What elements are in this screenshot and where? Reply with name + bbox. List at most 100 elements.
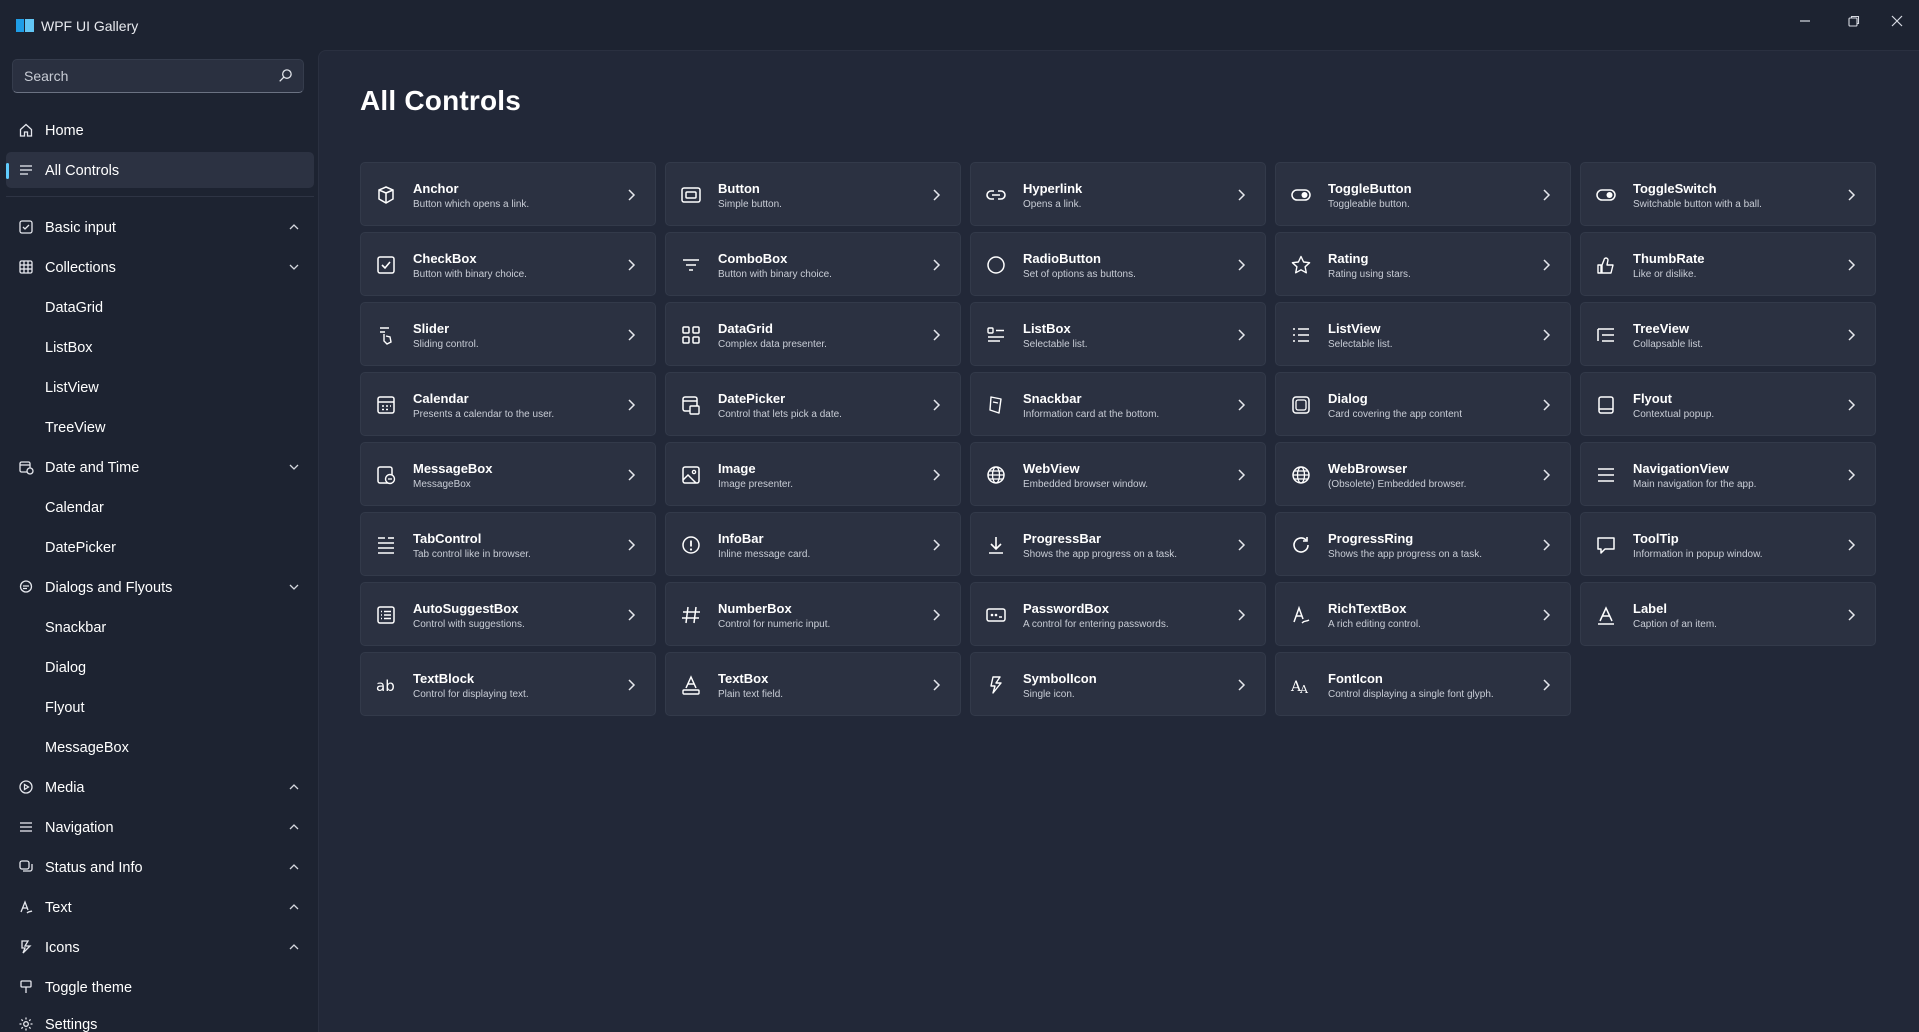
control-card-webbrowser[interactable]: WebBrowser (Obsolete) Embedded browser.: [1275, 442, 1571, 506]
nav-item-text[interactable]: Text: [6, 889, 314, 925]
control-card-tabcontrol[interactable]: TabControl Tab control like in browser.: [360, 512, 656, 576]
nav-item-dialog[interactable]: Dialog: [6, 649, 314, 685]
control-card-progressring[interactable]: ProgressRing Shows the app progress on a …: [1275, 512, 1571, 576]
control-card-button[interactable]: Button Simple button.: [665, 162, 961, 226]
search-box[interactable]: [12, 59, 304, 93]
nav-item-icons[interactable]: Icons: [6, 929, 314, 965]
control-card-toggleswitch[interactable]: ToggleSwitch Switchable button with a bal…: [1580, 162, 1876, 226]
nav-item-settings[interactable]: Settings: [6, 1006, 314, 1032]
control-card-dialog[interactable]: Dialog Card covering the app content: [1275, 372, 1571, 436]
card-title: NavigationView: [1633, 461, 1729, 476]
nav-item-navigation[interactable]: Navigation: [6, 809, 314, 845]
nav-item-dialogs-and-flyouts[interactable]: Dialogs and Flyouts: [6, 569, 314, 605]
card-description: Plain text field.: [718, 689, 784, 700]
control-card-progressbar[interactable]: ProgressBar Shows the app progress on a t…: [970, 512, 1266, 576]
card-title: SymbolIcon: [1023, 671, 1097, 686]
restore-button[interactable]: [1832, 6, 1876, 36]
chevron-right-icon: [1238, 399, 1246, 411]
nav-item-messagebox[interactable]: MessageBox: [6, 729, 314, 765]
chevron-right-icon: [1543, 539, 1551, 551]
nav-item-all-controls[interactable]: All Controls: [6, 152, 314, 188]
nav-label-home: Home: [45, 123, 84, 139]
nav-item-basic-input[interactable]: Basic input: [6, 209, 314, 245]
nav-label-listbox: ListBox: [45, 340, 93, 356]
control-card-richtextbox[interactable]: RichTextBox A rich editing control.: [1275, 582, 1571, 646]
control-card-textblock[interactable]: ab TextBlock Control for displaying text.: [360, 652, 656, 716]
control-card-webview[interactable]: WebView Embedded browser window.: [970, 442, 1266, 506]
control-card-image[interactable]: Image Image presenter.: [665, 442, 961, 506]
control-card-radiobutton[interactable]: RadioButton Set of options as buttons.: [970, 232, 1266, 296]
close-button[interactable]: [1875, 6, 1919, 36]
control-card-listbox[interactable]: ListBox Selectable list.: [970, 302, 1266, 366]
card-title: RichTextBox: [1328, 601, 1407, 616]
control-card-tooltip[interactable]: ToolTip Information in popup window.: [1580, 512, 1876, 576]
control-card-anchor[interactable]: Anchor Button which opens a link.: [360, 162, 656, 226]
control-card-datepicker[interactable]: DatePicker Control that lets pick a date.: [665, 372, 961, 436]
search-icon[interactable]: [278, 68, 293, 83]
control-card-infobar[interactable]: InfoBar Inline message card.: [665, 512, 961, 576]
chevron-right-icon: [933, 539, 941, 551]
card-title: Slider: [413, 321, 450, 336]
card-title: DataGrid: [718, 321, 773, 336]
nav-item-media[interactable]: Media: [6, 769, 314, 805]
card-title: ToggleSwitch: [1633, 181, 1717, 196]
nav-item-flyout[interactable]: Flyout: [6, 689, 314, 725]
nav-item-listbox[interactable]: ListBox: [6, 329, 314, 365]
control-card-slider[interactable]: Slider Sliding control.: [360, 302, 656, 366]
control-card-hyperlink[interactable]: Hyperlink Opens a link.: [970, 162, 1266, 226]
control-card-flyout[interactable]: Flyout Contextual popup.: [1580, 372, 1876, 436]
nav-item-snackbar[interactable]: Snackbar: [6, 609, 314, 645]
page-title: All Controls: [360, 85, 522, 116]
nav-item-calendar[interactable]: Calendar: [6, 489, 314, 525]
card-description: Control with suggestions.: [413, 619, 525, 630]
home-icon: [19, 123, 33, 137]
control-card-datagrid[interactable]: DataGrid Complex data presenter.: [665, 302, 961, 366]
minimize-button[interactable]: [1783, 6, 1827, 36]
control-card-listview[interactable]: ListView Selectable list.: [1275, 302, 1571, 366]
control-card-navigationview[interactable]: NavigationView Main navigation for the ap…: [1580, 442, 1876, 506]
control-card-checkbox[interactable]: CheckBox Button with binary choice.: [360, 232, 656, 296]
svg-text:ab: ab: [376, 677, 395, 695]
control-card-textbox[interactable]: TextBox Plain text field.: [665, 652, 961, 716]
control-card-fonticon[interactable]: A A FontIcon Control displaying a single fo…: [1275, 652, 1571, 716]
info-icon: [682, 536, 700, 554]
control-card-togglebutton[interactable]: ToggleButton Toggleable button.: [1275, 162, 1571, 226]
control-card-thumbrate[interactable]: ThumbRate Like or dislike.: [1580, 232, 1876, 296]
control-card-treeview[interactable]: TreeView Collapsable list.: [1580, 302, 1876, 366]
control-card-calendar[interactable]: Calendar Presents a calendar to the user.: [360, 372, 656, 436]
card-description: Collapsable list.: [1633, 339, 1704, 350]
chevron-up-icon: [289, 784, 299, 790]
nav-label-flyout: Flyout: [45, 700, 85, 716]
control-card-symbolicon[interactable]: SymbolIcon Single icon.: [970, 652, 1266, 716]
chevron-right-icon: [1543, 329, 1551, 341]
nav-item-datepicker[interactable]: DatePicker: [6, 529, 314, 565]
nav-item-listview[interactable]: ListView: [6, 369, 314, 405]
card-description: Main navigation for the app.: [1633, 479, 1757, 490]
card-title: Dialog: [1328, 391, 1368, 406]
control-card-label[interactable]: Label Caption of an item.: [1580, 582, 1876, 646]
grid-icon: [19, 260, 33, 274]
chevron-right-icon: [1238, 259, 1246, 271]
nav-item-status-and-info[interactable]: Status and Info: [6, 849, 314, 885]
nav-label-snackbar: Snackbar: [45, 620, 107, 636]
card-description: Sliding control.: [413, 339, 479, 350]
control-card-passwordbox[interactable]: PasswordBox A control for entering passwo…: [970, 582, 1266, 646]
nav-item-datagrid[interactable]: DataGrid: [6, 289, 314, 325]
control-card-numberbox[interactable]: NumberBox Control for numeric input.: [665, 582, 961, 646]
control-card-rating[interactable]: Rating Rating using stars.: [1275, 232, 1571, 296]
gear-icon: [19, 1017, 33, 1031]
control-card-snackbar[interactable]: Snackbar Information card at the bottom.: [970, 372, 1266, 436]
control-card-autosuggestbox[interactable]: AutoSuggestBox Control with suggestions.: [360, 582, 656, 646]
nav-item-toggle-theme[interactable]: Toggle theme: [6, 969, 314, 1005]
chevron-right-icon: [1238, 469, 1246, 481]
nav-item-home[interactable]: Home: [6, 112, 314, 148]
nav-item-treeview[interactable]: TreeView: [6, 409, 314, 445]
nav-item-date-and-time[interactable]: Date and Time: [6, 449, 314, 485]
nav-item-collections[interactable]: Collections: [6, 249, 314, 285]
card-description: Inline message card.: [718, 549, 811, 560]
control-card-combobox[interactable]: ComboBox Button with binary choice.: [665, 232, 961, 296]
control-card-messagebox[interactable]: MessageBox MessageBox: [360, 442, 656, 506]
card-description: Complex data presenter.: [718, 339, 827, 350]
chevron-right-icon: [1543, 609, 1551, 621]
search-input[interactable]: [13, 60, 263, 92]
